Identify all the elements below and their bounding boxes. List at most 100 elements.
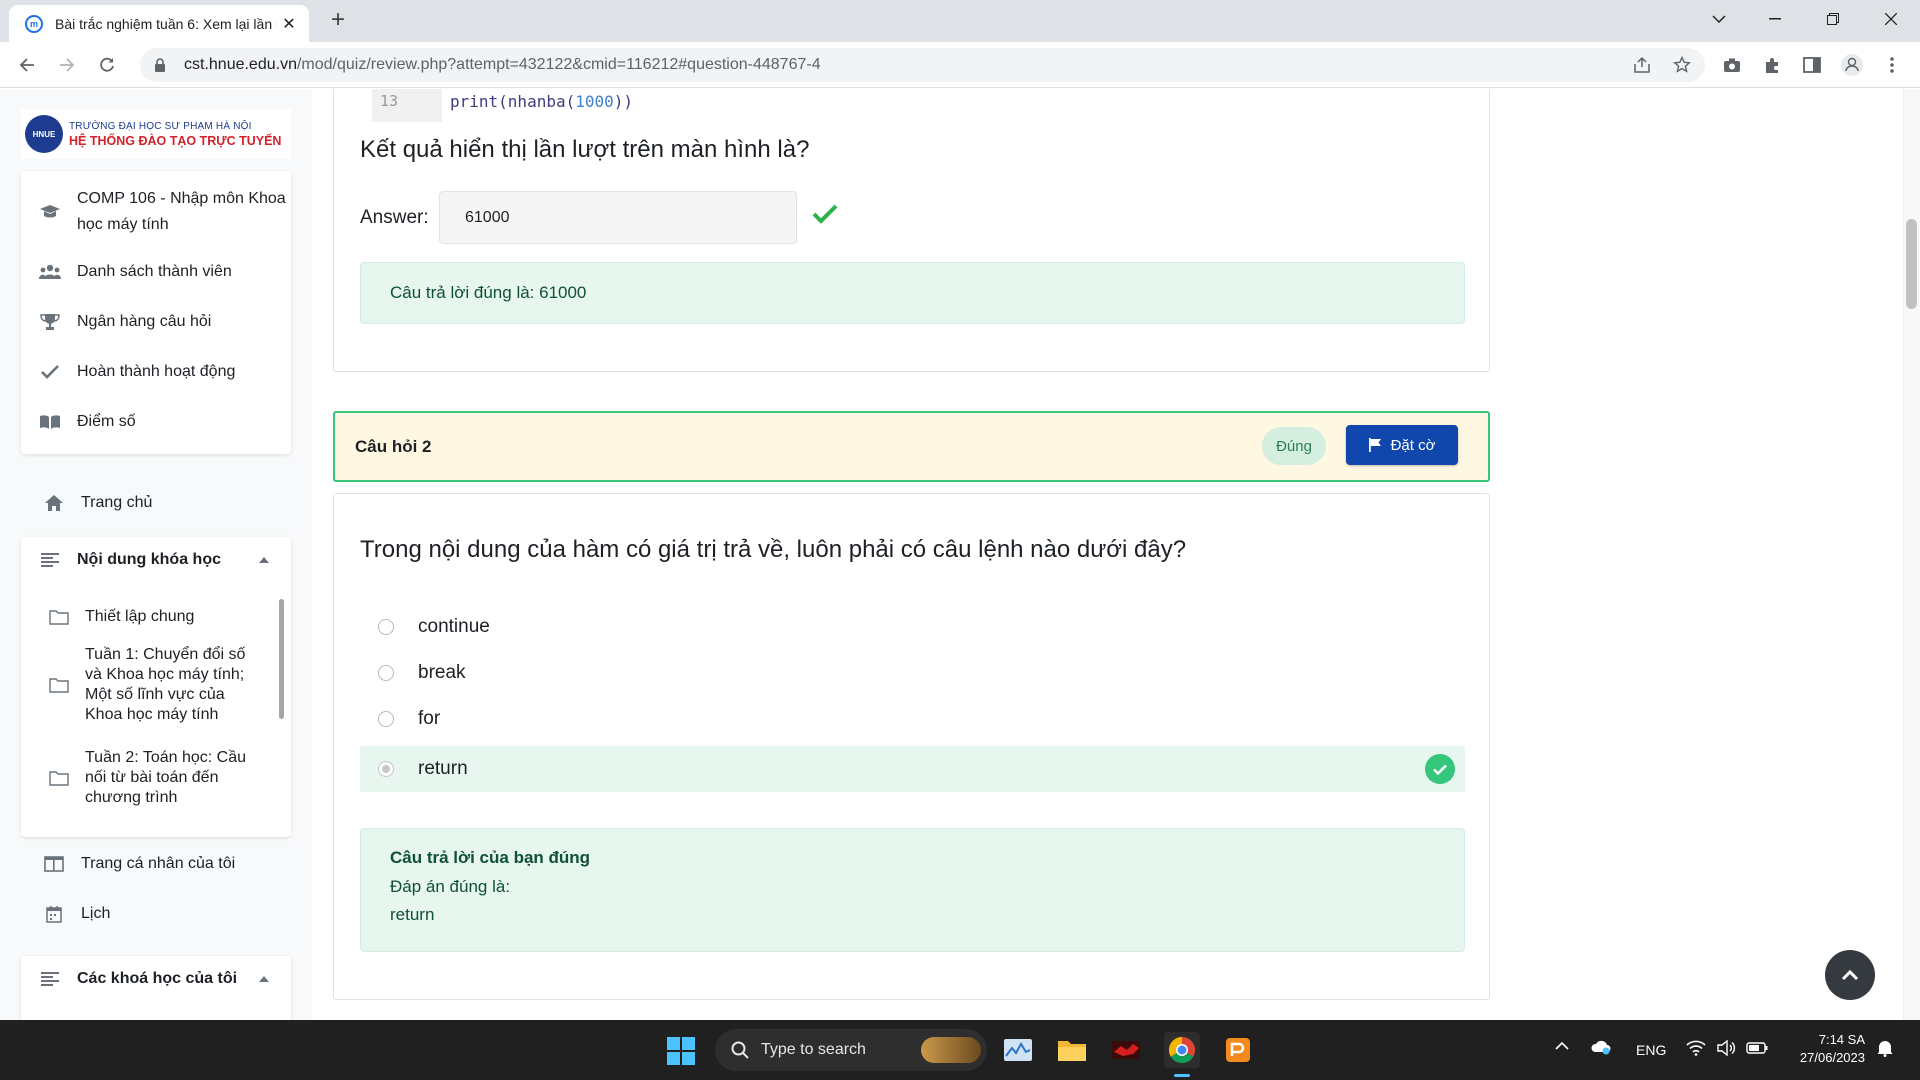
- menu-dots-icon[interactable]: [1877, 50, 1907, 80]
- question-2-title: Câu hỏi 2: [355, 437, 432, 456]
- nav-item-question-bank[interactable]: Ngân hàng câu hỏi: [21, 304, 291, 340]
- taskbar-clock[interactable]: 7:14 SA 27/06/2023: [1785, 1031, 1865, 1067]
- chevron-up-icon: [1841, 969, 1859, 981]
- file-explorer-icon[interactable]: [1054, 1032, 1090, 1068]
- section-list-scrollbar[interactable]: [279, 599, 284, 719]
- logo-system-name: HỆ THỐNG ĐÀO TẠO TRỰC TUYẾN: [69, 133, 282, 148]
- answer-label: Answer:: [360, 207, 429, 228]
- collapse-caret-icon[interactable]: [259, 976, 269, 982]
- radio-button[interactable]: [378, 665, 394, 681]
- radio-button[interactable]: [378, 619, 394, 635]
- nav-item-home[interactable]: Trang chủ: [21, 476, 291, 530]
- page-scrollbar[interactable]: [1903, 89, 1920, 1020]
- side-panel-icon[interactable]: [1797, 50, 1827, 80]
- check-icon: [39, 361, 61, 383]
- folder-icon: [49, 677, 69, 693]
- nav-item-grades[interactable]: Điểm số: [21, 404, 291, 440]
- hnue-logo-icon: HNUE: [25, 115, 63, 153]
- forward-arrow-icon[interactable]: [52, 50, 82, 80]
- back-to-top-button[interactable]: [1825, 950, 1875, 1000]
- home-icon: [43, 492, 65, 514]
- language-indicator[interactable]: ENG: [1636, 1042, 1666, 1058]
- question-2-header: Câu hỏi 2 Đúng Đặt cờ: [333, 411, 1490, 482]
- section-week-2[interactable]: Tuần 2: Toán học: Cầu nối từ bài toán đế…: [21, 746, 271, 810]
- answer-option-break[interactable]: break: [360, 650, 1465, 696]
- site-logo[interactable]: HNUE TRƯỜNG ĐẠI HỌC SƯ PHẠM HÀ NỘI HỆ TH…: [21, 109, 291, 159]
- section-general[interactable]: Thiết lập chung: [21, 604, 271, 630]
- list-lines-icon: [39, 549, 61, 571]
- question-2-prompt: Trong nội dung của hàm có giá trị trả về…: [360, 536, 1187, 563]
- question-1-card: 13 print(nhanba(1000)) Kết quả hiển thị …: [333, 89, 1490, 372]
- bookmark-star-icon[interactable]: [1667, 50, 1697, 80]
- answer-field[interactable]: 61000: [439, 191, 797, 244]
- feedback-correct-label: Đáp án đúng là:: [390, 877, 511, 896]
- folder-icon: [49, 609, 69, 625]
- users-icon: [39, 261, 61, 283]
- notification-icon[interactable]: [1876, 1039, 1894, 1057]
- question-2-feedback: Câu trả lời của bạn đúng Đáp án đúng là:…: [360, 828, 1465, 952]
- id-card-icon: [43, 853, 65, 875]
- close-window-button[interactable]: [1862, 0, 1920, 38]
- extensions-icon[interactable]: [1757, 50, 1787, 80]
- minimize-button[interactable]: [1746, 0, 1804, 38]
- answer-option-for[interactable]: for: [360, 696, 1465, 742]
- home-block: Trang chủ: [21, 476, 291, 530]
- radio-button-selected[interactable]: [378, 761, 394, 777]
- browser-toolbar: cst.hnue.edu.vn/mod/quiz/review.php?atte…: [0, 42, 1920, 88]
- nav-item-completion[interactable]: Hoàn thành hoạt động: [21, 354, 291, 390]
- moodle-favicon-icon: m: [25, 14, 43, 33]
- my-courses-card: Các khoá học của tôi: [21, 956, 291, 1020]
- my-courses-header[interactable]: Các khoá học của tôi: [21, 956, 291, 1002]
- camera-icon[interactable]: [1717, 50, 1747, 80]
- battery-icon[interactable]: [1746, 1042, 1768, 1054]
- volume-icon[interactable]: [1716, 1040, 1736, 1056]
- nav-item-course[interactable]: COMP 106 - Nhập môn Khoa học máy tính: [21, 181, 291, 243]
- url-text: cst.hnue.edu.vn/mod/quiz/review.php?atte…: [184, 56, 821, 73]
- nav-item-calendar[interactable]: Lịch: [21, 896, 291, 932]
- taskbar-search[interactable]: Type to search: [715, 1029, 987, 1071]
- radio-button[interactable]: [378, 711, 394, 727]
- flag-icon: [1368, 438, 1381, 452]
- lock-icon[interactable]: [154, 58, 176, 72]
- task-manager-icon[interactable]: [1000, 1032, 1036, 1068]
- pdf-app-icon[interactable]: [1220, 1032, 1256, 1068]
- browser-tab-bar: m Bài trắc nghiệm tuần 6: Xem lại lần là…: [0, 0, 1920, 42]
- section-week-1[interactable]: Tuần 1: Chuyển đổi số và Khoa học máy tí…: [21, 643, 271, 727]
- restore-button[interactable]: [1804, 0, 1862, 38]
- course-sidebar: HNUE TRƯỜNG ĐẠI HỌC SƯ PHẠM HÀ NỘI HỆ TH…: [0, 89, 312, 1020]
- feedback-correct-answer: return: [390, 905, 435, 924]
- new-tab-button[interactable]: +: [324, 6, 352, 34]
- tab-search-icon[interactable]: [1690, 0, 1748, 38]
- active-app-indicator: [1174, 1074, 1190, 1077]
- question-1-feedback: Câu trả lời đúng là: 61000: [360, 262, 1465, 324]
- onedrive-icon[interactable]: [1590, 1039, 1612, 1055]
- share-icon[interactable]: [1627, 50, 1657, 80]
- logo-university-name: TRƯỜNG ĐẠI HỌC SƯ PHẠM HÀ NỘI: [69, 120, 252, 132]
- back-arrow-icon[interactable]: [12, 50, 42, 80]
- app-red-icon[interactable]: [1108, 1032, 1144, 1068]
- reload-icon[interactable]: [92, 50, 122, 80]
- address-bar[interactable]: cst.hnue.edu.vn/mod/quiz/review.php?atte…: [140, 48, 1705, 82]
- answer-option-continue[interactable]: continue: [360, 604, 1465, 650]
- collapse-caret-icon[interactable]: [259, 557, 269, 563]
- question-2-card: Trong nội dung của hàm có giá trị trả về…: [333, 493, 1490, 1000]
- question-1-prompt: Kết quả hiển thị lần lượt trên màn hình …: [360, 136, 810, 163]
- scrollbar-thumb[interactable]: [1906, 219, 1917, 309]
- profile-avatar-icon[interactable]: [1837, 50, 1867, 80]
- folder-icon: [49, 770, 69, 786]
- nav-item-profile[interactable]: Trang cá nhân của tôi: [21, 846, 291, 882]
- code-line-number: 13: [372, 89, 442, 122]
- tab-title: Bài trắc nghiệm tuần 6: Xem lại lần làm …: [55, 15, 277, 32]
- wifi-icon[interactable]: [1686, 1040, 1706, 1056]
- browser-tab[interactable]: m Bài trắc nghiệm tuần 6: Xem lại lần là…: [9, 5, 309, 42]
- trophy-icon: [39, 311, 61, 333]
- start-windows-icon[interactable]: [667, 1037, 695, 1065]
- tray-chevron-up-icon[interactable]: [1555, 1041, 1569, 1050]
- nav-item-participants[interactable]: Danh sách thành viên: [21, 254, 291, 290]
- answer-option-return[interactable]: return: [360, 746, 1465, 792]
- close-tab-icon[interactable]: ✕: [279, 14, 299, 34]
- flag-question-button[interactable]: Đặt cờ: [1346, 425, 1458, 465]
- chrome-icon[interactable]: [1164, 1032, 1200, 1068]
- windows-taskbar: Type to search ENG 7:14 SA 27/06/2023: [0, 1020, 1920, 1080]
- course-content-header[interactable]: Nội dung khóa học: [21, 537, 291, 583]
